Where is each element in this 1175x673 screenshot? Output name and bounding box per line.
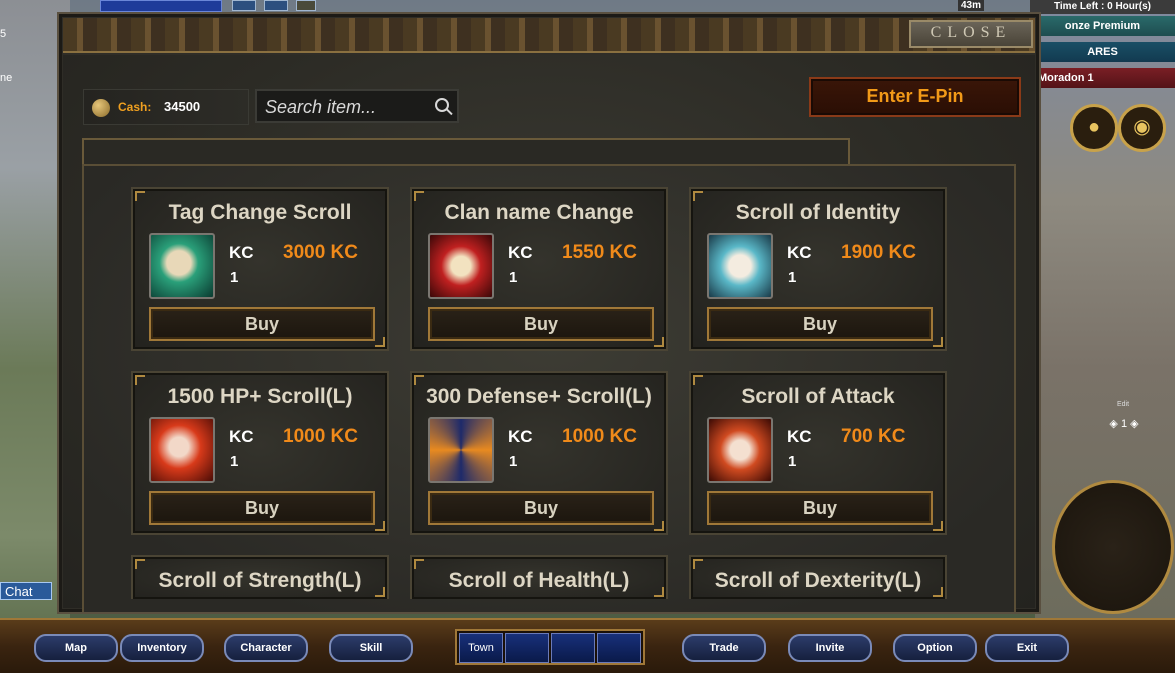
- item-card: Scroll of Identity KC 1900 KC 1 Buy: [689, 187, 947, 351]
- search-box: [255, 89, 459, 123]
- item-name: Clan name Change: [444, 201, 634, 224]
- item-quantity: 1: [230, 269, 239, 286]
- item-currency: KC: [787, 243, 812, 262]
- scroll-attack-icon: [707, 417, 773, 483]
- character-button[interactable]: Character: [224, 634, 308, 662]
- cash-label: Cash:: [118, 100, 152, 114]
- trade-button[interactable]: Trade: [682, 634, 766, 662]
- quick-slot-group: Town: [455, 629, 645, 665]
- cash-value: 34500: [164, 99, 201, 114]
- item-card: Tag Change Scroll KC 3000 KC 1 Buy: [131, 187, 389, 351]
- inventory-button[interactable]: Inventory: [120, 634, 204, 662]
- skill-button[interactable]: Skill: [329, 634, 413, 662]
- cash-display: Cash: 34500: [83, 89, 249, 125]
- premium-label: onze Premium: [1030, 16, 1175, 36]
- item-card: Clan name Change KC 1550 KC 1 Buy: [410, 187, 668, 351]
- map-button[interactable]: Map: [34, 634, 118, 662]
- item-price: 1000 KC: [283, 426, 358, 447]
- item-currency: KC: [229, 427, 254, 446]
- item-currency: KC: [229, 243, 254, 262]
- scroll-defense-icon: [428, 417, 494, 483]
- camera-icon[interactable]: ●: [1070, 104, 1118, 152]
- buy-button[interactable]: Buy: [428, 307, 654, 341]
- item-price: 700 KC: [841, 426, 906, 447]
- search-icon[interactable]: [435, 98, 449, 112]
- item-quantity: 1: [509, 453, 518, 470]
- item-name: 1500 HP+ Scroll(L): [167, 385, 353, 408]
- action-wheel[interactable]: [1052, 480, 1174, 614]
- option-button[interactable]: Option: [893, 634, 977, 662]
- item-name: Scroll of Attack: [741, 385, 895, 408]
- buy-button[interactable]: Buy: [149, 307, 375, 341]
- town-slot[interactable]: Town: [459, 633, 503, 663]
- enter-epin-button[interactable]: Enter E-Pin: [809, 77, 1021, 117]
- left-hud-text: ne: [0, 72, 13, 84]
- top-icon-c[interactable]: [296, 0, 316, 11]
- left-hud-number: 5: [0, 28, 7, 40]
- item-name: Tag Change Scroll: [168, 201, 352, 224]
- item-card: Scroll of Dexterity(L): [689, 555, 947, 599]
- item-card: Scroll of Attack KC 700 KC 1 Buy: [689, 371, 947, 535]
- item-currency: KC: [508, 243, 533, 262]
- item-name: Scroll of Health(L): [448, 569, 630, 592]
- coin-icon: [92, 99, 110, 117]
- item-quantity: 1: [788, 269, 797, 286]
- exit-button[interactable]: Exit: [985, 634, 1069, 662]
- server-label: ARES: [1030, 42, 1175, 62]
- item-quantity: 1: [230, 453, 239, 470]
- top-icon-b[interactable]: [264, 0, 288, 11]
- search-input[interactable]: [263, 95, 427, 119]
- item-quantity: 1: [509, 269, 518, 286]
- quick-slot[interactable]: [597, 633, 641, 663]
- dialog-header: [63, 18, 1035, 53]
- item-name: Scroll of Strength(L): [158, 569, 362, 592]
- item-card: Scroll of Strength(L): [131, 555, 389, 599]
- invite-button[interactable]: Invite: [788, 634, 872, 662]
- item-price: 1000 KC: [562, 426, 637, 447]
- buy-button[interactable]: Buy: [707, 307, 933, 341]
- top-icon-a[interactable]: [232, 0, 256, 11]
- top-right-status-panel: Time Left : 0 Hour(s) onze Premium ARES …: [1030, 0, 1175, 94]
- distance-readout: 43m: [958, 0, 985, 11]
- item-card: 1500 HP+ Scroll(L) KC 1000 KC 1 Buy: [131, 371, 389, 535]
- close-button[interactable]: CLOSE: [909, 20, 1033, 48]
- item-currency: KC: [787, 427, 812, 446]
- eye-icon[interactable]: ◉: [1118, 104, 1166, 152]
- item-card: 300 Defense+ Scroll(L) KC 1000 KC 1 Buy: [410, 371, 668, 535]
- scroll-parchment-icon: [149, 233, 215, 299]
- item-shop-dialog: CLOSE Cash: 34500 Enter E-Pin Tag Change…: [57, 12, 1041, 614]
- chat-tab[interactable]: Chat: [0, 582, 52, 600]
- item-name: Scroll of Identity: [735, 201, 901, 224]
- scroll-blue-icon: [707, 233, 773, 299]
- category-tab-bar: [82, 138, 850, 164]
- item-card: Scroll of Health(L): [410, 555, 668, 599]
- item-quantity: 1: [788, 453, 797, 470]
- buy-button[interactable]: Buy: [428, 491, 654, 525]
- quick-slot[interactable]: [551, 633, 595, 663]
- item-price: 1900 KC: [841, 242, 916, 263]
- scroll-hp-icon: [149, 417, 215, 483]
- zone-label: Moradon 1: [1030, 68, 1175, 88]
- edit-value: 1: [1120, 418, 1128, 430]
- item-price: 1550 KC: [562, 242, 637, 263]
- quick-slot[interactable]: [505, 633, 549, 663]
- buy-button[interactable]: Buy: [149, 491, 375, 525]
- time-left-label: Time Left : 0 Hour(s): [1030, 0, 1175, 14]
- top-status-bar: [100, 0, 222, 12]
- scroll-red-icon: [428, 233, 494, 299]
- edit-stepper[interactable]: ◈ 1 ◈: [1090, 412, 1158, 436]
- item-price: 3000 KC: [283, 242, 358, 263]
- item-name: Scroll of Dexterity(L): [714, 569, 922, 592]
- item-currency: KC: [508, 427, 533, 446]
- buy-button[interactable]: Buy: [707, 491, 933, 525]
- edit-label: Edit: [1117, 401, 1130, 408]
- item-name: 300 Defense+ Scroll(L): [426, 385, 652, 408]
